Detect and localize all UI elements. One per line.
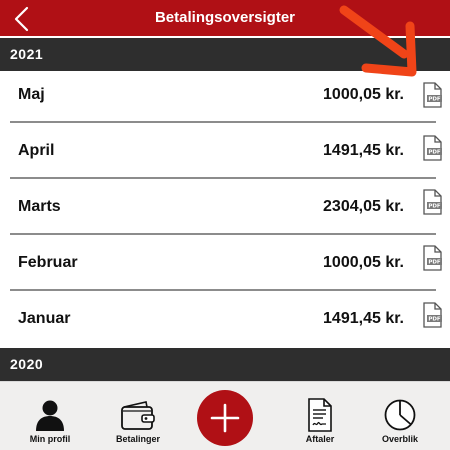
svg-text:PDF: PDF	[428, 97, 441, 103]
month-label: Februar	[18, 254, 78, 271]
section-header-2020: 2020	[0, 348, 450, 381]
amount-label: 1491,45 kr.	[323, 310, 404, 327]
svg-text:PDF: PDF	[428, 204, 441, 210]
pdf-icon[interactable]: PDF	[421, 302, 443, 328]
tab-label: Overblik	[381, 434, 419, 444]
wallet-icon	[121, 401, 155, 430]
document-icon	[308, 398, 332, 432]
amount-label: 1000,05 kr.	[323, 254, 404, 271]
plus-icon	[210, 403, 240, 433]
page-title: Betalingsoversigter	[154, 9, 296, 26]
svg-text:PDF: PDF	[428, 260, 441, 266]
amount-label: 1000,05 kr.	[323, 86, 404, 103]
tab-betalinger[interactable]: Betalinger	[114, 382, 162, 450]
person-icon	[36, 400, 64, 431]
pdf-icon[interactable]: PDF	[421, 189, 443, 215]
pdf-icon[interactable]: PDF	[421, 245, 443, 271]
tab-aftaler[interactable]: Aftaler	[294, 382, 346, 450]
payment-row-januar[interactable]: Januar 1491,45 kr. PDF	[0, 291, 450, 347]
payment-row-maj[interactable]: Maj 1000,05 kr. PDF	[0, 67, 450, 123]
tab-label: Betalinger	[115, 434, 160, 444]
top-bar: Betalingsoversigter	[0, 0, 450, 36]
tab-label: Min profil	[29, 434, 71, 444]
payment-row-februar[interactable]: Februar 1000,05 kr. PDF	[0, 235, 450, 291]
svg-text:PDF: PDF	[428, 317, 441, 323]
month-label: April	[18, 142, 55, 159]
add-button[interactable]	[197, 390, 253, 446]
amount-label: 2304,05 kr.	[323, 198, 404, 215]
amount-label: 1491,45 kr.	[323, 142, 404, 159]
tab-min-profil[interactable]: Min profil	[26, 382, 74, 450]
pdf-icon[interactable]: PDF	[421, 135, 443, 161]
pdf-icon[interactable]: PDF	[421, 82, 443, 108]
month-label: Marts	[18, 198, 61, 215]
month-label: Januar	[18, 310, 71, 327]
pie-chart-icon	[384, 399, 416, 431]
tab-overblik[interactable]: Overblik	[374, 382, 426, 450]
svg-text:PDF: PDF	[428, 150, 441, 156]
tab-label: Aftaler	[305, 434, 335, 444]
month-label: Maj	[18, 86, 45, 103]
payment-row-marts[interactable]: Marts 2304,05 kr. PDF	[0, 179, 450, 235]
payment-row-april[interactable]: April 1491,45 kr. PDF	[0, 123, 450, 179]
